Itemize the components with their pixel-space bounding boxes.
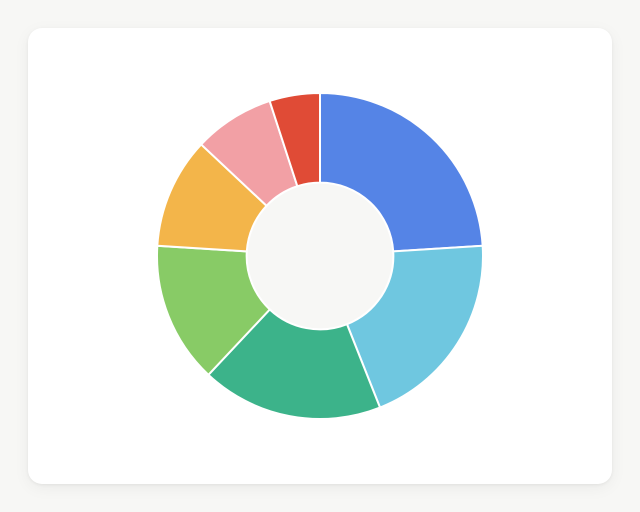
- donut-chart: [155, 91, 485, 421]
- chart-card: [28, 28, 612, 484]
- donut-hole: [248, 184, 393, 329]
- donut-svg: [155, 91, 485, 421]
